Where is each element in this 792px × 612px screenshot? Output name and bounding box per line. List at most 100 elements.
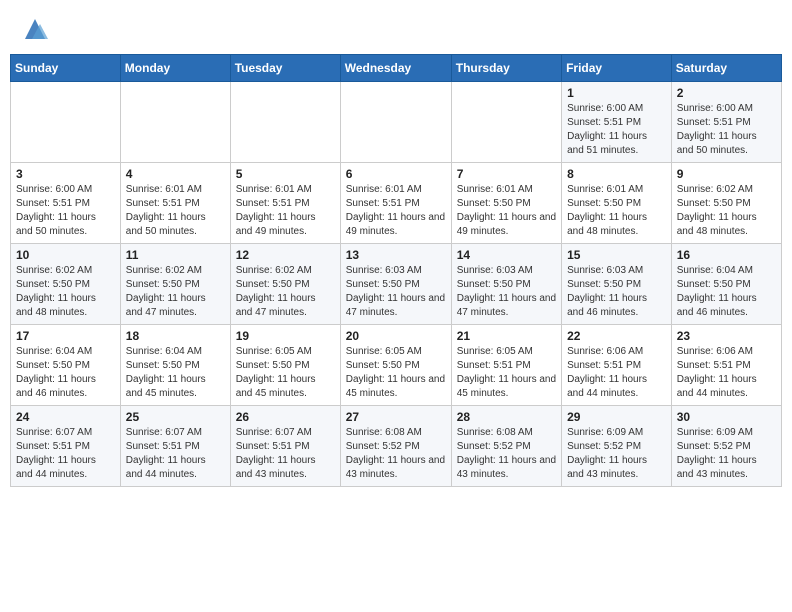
calendar-cell: 8Sunrise: 6:01 AM Sunset: 5:50 PM Daylig… xyxy=(562,163,672,244)
day-number: 18 xyxy=(126,329,225,343)
calendar-cell: 12 Sunrise: 6:02 AM Sunset: 5:50 PM Dayli… xyxy=(230,244,340,325)
calendar-cell: 7 Sunrise: 6:01 AM Sunset: 5:50 PM Daylig… xyxy=(451,163,561,244)
day-info: Sunrise: 6:08 AM Sunset: 5:52 PM Dayligh… xyxy=(346,426,446,482)
day-info: Sunrise: 6:07 AM Sunset: 5:51 PM Dayligh… xyxy=(16,426,115,482)
day-number: 26 xyxy=(236,410,335,424)
logo-icon xyxy=(20,14,50,44)
day-info: Sunrise: 6:04 AM Sunset: 5:50 PM Dayligh… xyxy=(677,264,776,320)
calendar-cell: 23Sunrise: 6:06 AM Sunset: 5:51 PM Dayli… xyxy=(671,325,781,406)
day-number: 21 xyxy=(457,329,556,343)
calendar-cell xyxy=(120,82,230,163)
day-info: Sunrise: 6:01 AM Sunset: 5:51 PM Dayligh… xyxy=(236,183,335,239)
calendar-cell: 25 Sunrise: 6:07 AM Sunset: 5:51 PM Dayli… xyxy=(120,406,230,487)
day-info: Sunrise: 6:02 AM Sunset: 5:50 PM Dayligh… xyxy=(126,264,225,320)
day-info: Sunrise: 6:03 AM Sunset: 5:50 PM Dayligh… xyxy=(567,264,666,320)
calendar-cell: 15 Sunrise: 6:03 AM Sunset: 5:50 PM Dayli… xyxy=(562,244,672,325)
calendar-cell: 2Sunrise: 6:00 AM Sunset: 5:51 PM Daylig… xyxy=(671,82,781,163)
day-info: Sunrise: 6:01 AM Sunset: 5:50 PM Dayligh… xyxy=(567,183,666,239)
day-number: 6 xyxy=(346,167,446,181)
calendar-cell: 11 Sunrise: 6:02 AM Sunset: 5:50 PM Dayli… xyxy=(120,244,230,325)
day-number: 15 xyxy=(567,248,666,262)
calendar-cell: 4 Sunrise: 6:01 AM Sunset: 5:51 PM Daylig… xyxy=(120,163,230,244)
calendar-cell: 19 Sunrise: 6:05 AM Sunset: 5:50 PM Dayli… xyxy=(230,325,340,406)
day-number: 24 xyxy=(16,410,115,424)
day-info: Sunrise: 6:05 AM Sunset: 5:51 PM Dayligh… xyxy=(457,345,556,401)
logo xyxy=(18,14,50,44)
calendar-cell: 9Sunrise: 6:02 AM Sunset: 5:50 PM Daylig… xyxy=(671,163,781,244)
weekday-header-thursday: Thursday xyxy=(451,55,561,82)
day-info: Sunrise: 6:02 AM Sunset: 5:50 PM Dayligh… xyxy=(677,183,776,239)
calendar-cell: 28 Sunrise: 6:08 AM Sunset: 5:52 PM Dayli… xyxy=(451,406,561,487)
day-number: 4 xyxy=(126,167,225,181)
day-info: Sunrise: 6:04 AM Sunset: 5:50 PM Dayligh… xyxy=(16,345,115,401)
calendar-cell: 20Sunrise: 6:05 AM Sunset: 5:50 PM Dayli… xyxy=(340,325,451,406)
day-number: 22 xyxy=(567,329,666,343)
calendar-cell: 26 Sunrise: 6:07 AM Sunset: 5:51 PM Dayli… xyxy=(230,406,340,487)
calendar-table: SundayMondayTuesdayWednesdayThursdayFrid… xyxy=(10,54,782,487)
day-info: Sunrise: 6:06 AM Sunset: 5:51 PM Dayligh… xyxy=(567,345,666,401)
day-number: 19 xyxy=(236,329,335,343)
day-info: Sunrise: 6:01 AM Sunset: 5:51 PM Dayligh… xyxy=(346,183,446,239)
week-row-4: 17 Sunrise: 6:04 AM Sunset: 5:50 PM Dayli… xyxy=(11,325,782,406)
weekday-header-friday: Friday xyxy=(562,55,672,82)
day-info: Sunrise: 6:02 AM Sunset: 5:50 PM Dayligh… xyxy=(16,264,115,320)
day-number: 28 xyxy=(457,410,556,424)
calendar-cell: 14Sunrise: 6:03 AM Sunset: 5:50 PM Dayli… xyxy=(451,244,561,325)
calendar-cell: 29 Sunrise: 6:09 AM Sunset: 5:52 PM Dayli… xyxy=(562,406,672,487)
week-row-1: 1Sunrise: 6:00 AM Sunset: 5:51 PM Daylig… xyxy=(11,82,782,163)
day-info: Sunrise: 6:00 AM Sunset: 5:51 PM Dayligh… xyxy=(567,102,666,158)
calendar-cell xyxy=(11,82,121,163)
calendar-cell: 17 Sunrise: 6:04 AM Sunset: 5:50 PM Dayli… xyxy=(11,325,121,406)
calendar-cell: 6 Sunrise: 6:01 AM Sunset: 5:51 PM Daylig… xyxy=(340,163,451,244)
calendar-cell: 5 Sunrise: 6:01 AM Sunset: 5:51 PM Daylig… xyxy=(230,163,340,244)
day-info: Sunrise: 6:09 AM Sunset: 5:52 PM Dayligh… xyxy=(567,426,666,482)
day-info: Sunrise: 6:07 AM Sunset: 5:51 PM Dayligh… xyxy=(236,426,335,482)
calendar-cell: 21 Sunrise: 6:05 AM Sunset: 5:51 PM Dayli… xyxy=(451,325,561,406)
weekday-header-wednesday: Wednesday xyxy=(340,55,451,82)
day-info: Sunrise: 6:03 AM Sunset: 5:50 PM Dayligh… xyxy=(346,264,446,320)
calendar-cell: 16 Sunrise: 6:04 AM Sunset: 5:50 PM Dayli… xyxy=(671,244,781,325)
weekday-header-monday: Monday xyxy=(120,55,230,82)
week-row-5: 24 Sunrise: 6:07 AM Sunset: 5:51 PM Dayli… xyxy=(11,406,782,487)
calendar-cell: 24 Sunrise: 6:07 AM Sunset: 5:51 PM Dayli… xyxy=(11,406,121,487)
calendar-cell xyxy=(340,82,451,163)
day-number: 13 xyxy=(346,248,446,262)
day-info: Sunrise: 6:04 AM Sunset: 5:50 PM Dayligh… xyxy=(126,345,225,401)
calendar-cell: 30Sunrise: 6:09 AM Sunset: 5:52 PM Dayli… xyxy=(671,406,781,487)
day-info: Sunrise: 6:00 AM Sunset: 5:51 PM Dayligh… xyxy=(16,183,115,239)
calendar-cell: 27 Sunrise: 6:08 AM Sunset: 5:52 PM Dayli… xyxy=(340,406,451,487)
day-number: 7 xyxy=(457,167,556,181)
day-info: Sunrise: 6:01 AM Sunset: 5:51 PM Dayligh… xyxy=(126,183,225,239)
day-number: 17 xyxy=(16,329,115,343)
day-info: Sunrise: 6:01 AM Sunset: 5:50 PM Dayligh… xyxy=(457,183,556,239)
day-number: 16 xyxy=(677,248,776,262)
day-number: 3 xyxy=(16,167,115,181)
weekday-header-tuesday: Tuesday xyxy=(230,55,340,82)
day-number: 5 xyxy=(236,167,335,181)
calendar-cell xyxy=(451,82,561,163)
calendar-cell: 1Sunrise: 6:00 AM Sunset: 5:51 PM Daylig… xyxy=(562,82,672,163)
day-info: Sunrise: 6:07 AM Sunset: 5:51 PM Dayligh… xyxy=(126,426,225,482)
calendar-cell: 22 Sunrise: 6:06 AM Sunset: 5:51 PM Dayli… xyxy=(562,325,672,406)
day-number: 12 xyxy=(236,248,335,262)
day-info: Sunrise: 6:06 AM Sunset: 5:51 PM Dayligh… xyxy=(677,345,776,401)
day-info: Sunrise: 6:05 AM Sunset: 5:50 PM Dayligh… xyxy=(236,345,335,401)
day-number: 29 xyxy=(567,410,666,424)
day-number: 25 xyxy=(126,410,225,424)
calendar-cell: 18 Sunrise: 6:04 AM Sunset: 5:50 PM Dayli… xyxy=(120,325,230,406)
day-info: Sunrise: 6:08 AM Sunset: 5:52 PM Dayligh… xyxy=(457,426,556,482)
week-row-3: 10 Sunrise: 6:02 AM Sunset: 5:50 PM Dayli… xyxy=(11,244,782,325)
day-number: 11 xyxy=(126,248,225,262)
page-header xyxy=(10,10,782,48)
day-info: Sunrise: 6:02 AM Sunset: 5:50 PM Dayligh… xyxy=(236,264,335,320)
week-row-2: 3 Sunrise: 6:00 AM Sunset: 5:51 PM Daylig… xyxy=(11,163,782,244)
day-info: Sunrise: 6:00 AM Sunset: 5:51 PM Dayligh… xyxy=(677,102,776,158)
day-number: 20 xyxy=(346,329,446,343)
calendar-cell: 3 Sunrise: 6:00 AM Sunset: 5:51 PM Daylig… xyxy=(11,163,121,244)
calendar-cell xyxy=(230,82,340,163)
weekday-header-row: SundayMondayTuesdayWednesdayThursdayFrid… xyxy=(11,55,782,82)
day-number: 30 xyxy=(677,410,776,424)
day-number: 10 xyxy=(16,248,115,262)
weekday-header-sunday: Sunday xyxy=(11,55,121,82)
day-number: 27 xyxy=(346,410,446,424)
